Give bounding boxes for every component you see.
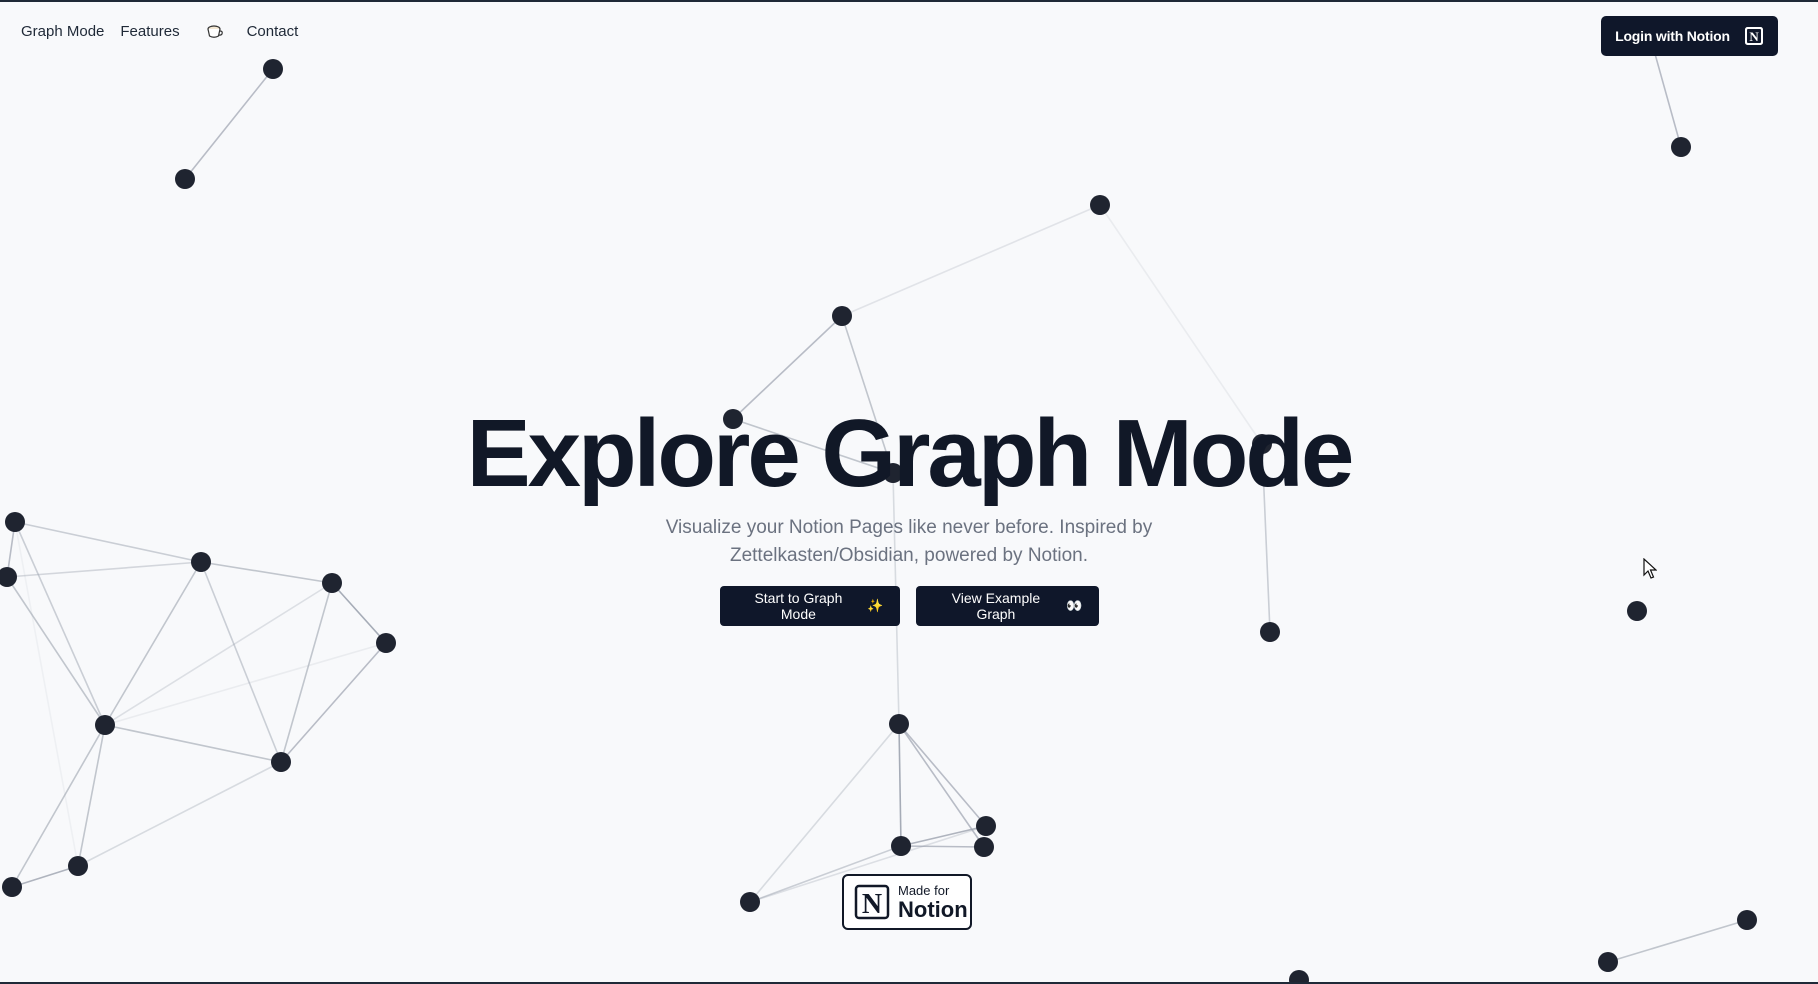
top-nav: Graph Mode Features Contact [21,22,314,40]
graph-edge [11,724,106,888]
landing-page: Graph Mode Features Contact Login with N… [0,0,1818,984]
graph-node[interactable] [976,816,996,836]
graph-edge [841,204,1101,317]
graph-edge [900,845,985,848]
badge-line-2: Notion [898,896,968,922]
nav-link-contact[interactable]: Contact [247,23,299,40]
notion-logo-icon: N [1744,27,1763,45]
eyes-icon: 👀 [1066,597,1083,613]
graph-node[interactable] [175,169,195,189]
graph-edge [898,723,985,848]
badge-line-1: Made for [898,882,950,898]
view-example-graph-label: View Example Graph [951,589,1041,622]
graph-node[interactable] [271,752,291,772]
graph-edge [77,724,106,867]
graph-node[interactable] [68,856,88,876]
graph-node[interactable] [974,837,994,857]
graph-node[interactable] [891,836,911,856]
hero-subtitle: Visualize your Notion Pages like never b… [665,516,1153,566]
graph-edge [104,642,387,726]
graph-edge [900,825,987,847]
graph-edge [77,761,282,867]
cta-row: Start to Graph Mode ✨ View Example Graph… [0,585,1818,626]
nav-link-features[interactable]: Features [120,23,179,40]
graph-node[interactable] [376,633,396,653]
graph-node[interactable] [1598,952,1618,972]
sparkles-icon: ✨ [867,597,884,613]
graph-edge [184,68,274,180]
graph-edge [104,724,282,763]
graph-node[interactable] [832,306,852,326]
graph-node[interactable] [2,877,22,897]
notion-logo-icon: N [854,884,890,920]
graph-node[interactable] [263,59,283,79]
svg-text:N: N [1749,29,1759,44]
view-example-graph-button[interactable]: View Example Graph 👀 [915,585,1099,626]
graph-node[interactable] [740,892,760,912]
graph-node[interactable] [1671,137,1691,157]
hero-section: Explore Graph Mode Visualize your Notion… [0,402,1818,626]
start-graph-mode-button[interactable]: Start to Graph Mode ✨ [719,585,900,626]
hero-title: Explore Graph Mode [466,400,1355,507]
graph-edge [898,723,987,827]
start-graph-mode-label: Start to Graph Mode [754,589,843,622]
graph-node[interactable] [1737,910,1757,930]
made-for-notion-badge[interactable]: N Made for Notion [842,874,972,930]
svg-text:N: N [862,889,882,920]
mouse-cursor-icon [1643,558,1657,579]
graph-edge [1607,919,1748,963]
login-button-label: Login with Notion [1615,28,1730,44]
coffee-cup-icon[interactable] [205,22,225,40]
login-with-notion-button[interactable]: Login with Notion N [1601,16,1778,56]
graph-node[interactable] [1289,970,1309,984]
graph-edge [280,642,387,763]
graph-node[interactable] [95,715,115,735]
graph-node[interactable] [889,714,909,734]
nav-link-graph-mode[interactable]: Graph Mode [21,23,104,40]
graph-edge [898,723,902,847]
graph-node[interactable] [1090,195,1110,215]
